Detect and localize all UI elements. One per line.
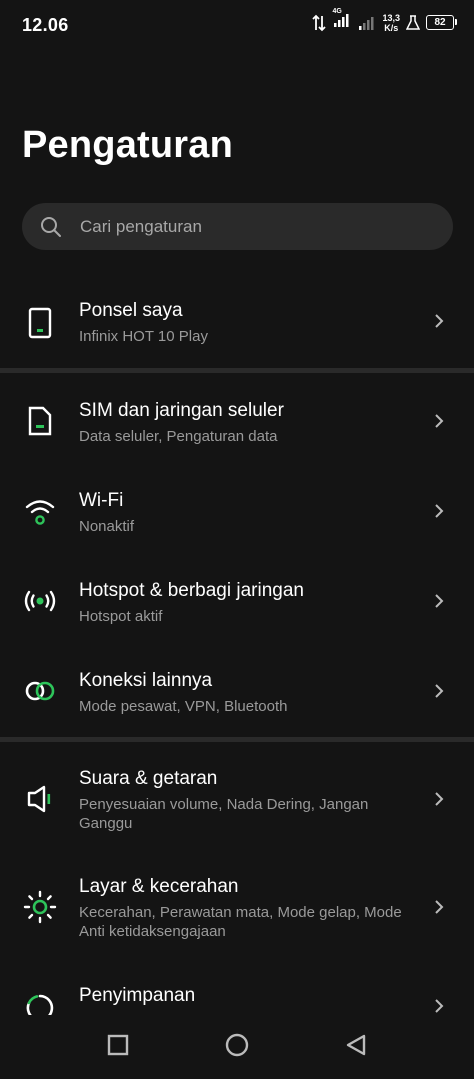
flask-icon [406, 14, 420, 30]
settings-item-title: Suara & getaran [79, 768, 218, 789]
settings-item-subtitle: Kecerahan, Perawatan mata, Mode gelap, M… [79, 904, 402, 940]
settings-item-other-connections[interactable]: Koneksi lainnya Mode pesawat, VPN, Bluet… [0, 655, 474, 735]
settings-item-subtitle: Nonaktif [79, 518, 135, 535]
speaker-icon [22, 781, 58, 817]
data-transfer-icon [312, 14, 327, 31]
network-speed: 13,3 K/s [382, 12, 400, 33]
sim-card-icon [22, 403, 58, 439]
search-input[interactable]: Cari pengaturan [22, 203, 453, 250]
chevron-right-icon [435, 999, 444, 1013]
chevron-right-icon [435, 684, 444, 698]
signal-2-icon [359, 16, 374, 30]
settings-item-hotspot[interactable]: Hotspot & berbagi jaringan Hotspot aktif [0, 565, 474, 645]
section-divider [0, 737, 474, 742]
chevron-right-icon [435, 900, 444, 914]
settings-item-title: Koneksi lainnya [79, 670, 213, 691]
settings-item-my-phone[interactable]: Ponsel saya Infinix HOT 10 Play [0, 285, 474, 365]
link-icon [22, 673, 58, 709]
chevron-right-icon [435, 314, 444, 328]
search-icon [41, 217, 61, 237]
brightness-icon [22, 889, 58, 925]
settings-item-wifi[interactable]: Wi-Fi Nonaktif [0, 475, 474, 555]
search-placeholder: Cari pengaturan [80, 217, 202, 236]
settings-item-subtitle: Penyesuaian volume, Nada Dering, Jangan … [79, 796, 369, 832]
chevron-right-icon [435, 594, 444, 608]
navigation-bar [0, 1015, 474, 1079]
home-button[interactable] [224, 1032, 250, 1058]
wifi-icon [22, 493, 58, 529]
status-bar: 12.06 4G 13,3 K/s 82 [0, 0, 474, 48]
chevron-right-icon [435, 414, 444, 428]
section-divider [0, 368, 474, 373]
chevron-right-icon [435, 504, 444, 518]
settings-item-title: Hotspot & berbagi jaringan [79, 580, 304, 601]
signal-1-icon: 4G [332, 8, 352, 33]
chevron-right-icon [435, 792, 444, 806]
status-icons: 4G 13,3 K/s 82 [312, 8, 457, 33]
settings-item-subtitle: Infinix HOT 10 Play [79, 328, 208, 345]
settings-item-title: SIM dan jaringan seluler [79, 400, 284, 421]
phone-icon [22, 305, 58, 341]
settings-item-subtitle: Mode pesawat, VPN, Bluetooth [79, 698, 288, 715]
page-title: Pengaturan [22, 124, 234, 166]
settings-item-title: Ponsel saya [79, 300, 183, 321]
back-button[interactable] [344, 1033, 368, 1057]
settings-item-storage[interactable]: Penyimpanan [0, 972, 474, 1020]
settings-item-title: Layar & kecerahan [79, 876, 239, 897]
hotspot-icon [22, 583, 58, 619]
settings-item-display[interactable]: Layar & kecerahan Kecerahan, Perawatan m… [0, 863, 474, 963]
recent-apps-button[interactable] [106, 1033, 130, 1057]
settings-item-title: Wi-Fi [79, 490, 124, 511]
network-type-label: 4G [332, 8, 342, 15]
settings-item-sim[interactable]: SIM dan jaringan seluler Data seluler, P… [0, 385, 474, 465]
settings-item-title: Penyimpanan [79, 985, 196, 1006]
status-time: 12.06 [22, 15, 69, 35]
settings-item-subtitle: Data seluler, Pengaturan data [79, 428, 278, 445]
battery-icon: 82 [426, 15, 457, 30]
settings-item-subtitle: Hotspot aktif [79, 608, 163, 625]
settings-item-sound[interactable]: Suara & getaran Penyesuaian volume, Nada… [0, 755, 474, 855]
